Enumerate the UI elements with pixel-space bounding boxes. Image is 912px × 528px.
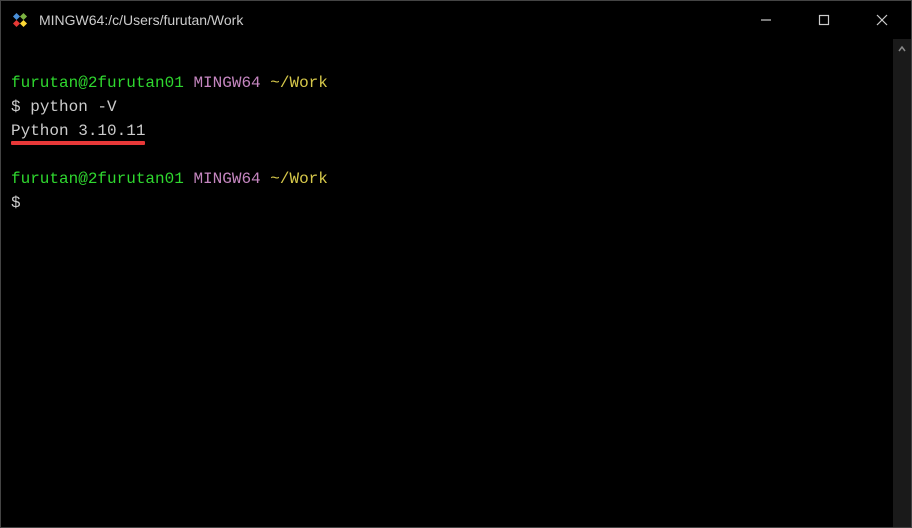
dollar-sign: $ [11, 194, 21, 212]
highlight-underline [11, 141, 145, 145]
minimize-button[interactable] [737, 1, 795, 39]
scrollbar[interactable] [893, 39, 911, 527]
window-controls [737, 1, 911, 39]
maximize-button[interactable] [795, 1, 853, 39]
app-icon [11, 11, 29, 29]
path-label: ~/Work [270, 74, 328, 92]
command-line-2: $ [11, 191, 901, 215]
path-label: ~/Work [270, 170, 328, 188]
dollar-sign: $ [11, 98, 21, 116]
titlebar[interactable]: MINGW64:/c/Users/furutan/Work [1, 1, 911, 39]
command-line-1: $ python -V [11, 95, 901, 119]
command-text: python -V [30, 98, 116, 116]
prompt-line-2: furutan@2furutan01 MINGW64 ~/Work [11, 167, 901, 191]
mingw-label: MINGW64 [193, 74, 260, 92]
prompt-line-1: furutan@2furutan01 MINGW64 ~/Work [11, 71, 901, 95]
user-host: furutan@2furutan01 [11, 74, 184, 92]
output-line-1: Python 3.10.11 [11, 119, 901, 143]
python-version-output: Python 3.10.11 [11, 119, 145, 143]
mingw-label: MINGW64 [193, 170, 260, 188]
close-button[interactable] [853, 1, 911, 39]
window-title: MINGW64:/c/Users/furutan/Work [39, 12, 737, 28]
user-host: furutan@2furutan01 [11, 170, 184, 188]
terminal-window: MINGW64:/c/Users/furutan/Work furutan@2f… [0, 0, 912, 528]
terminal-body[interactable]: furutan@2furutan01 MINGW64 ~/Work $ pyth… [1, 39, 911, 527]
scroll-up-icon[interactable] [896, 43, 908, 55]
